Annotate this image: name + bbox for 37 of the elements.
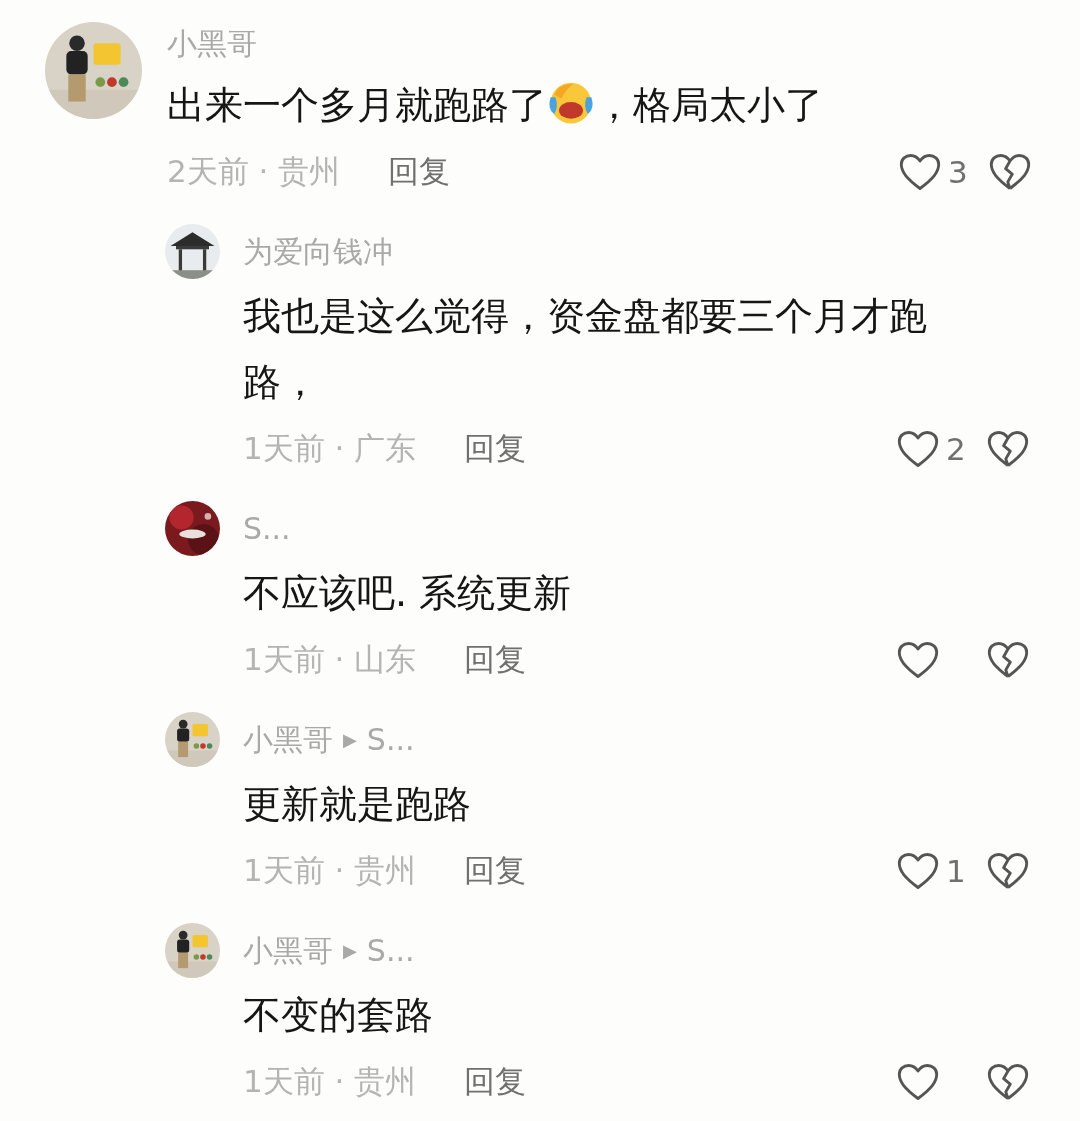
- comment-text: 更新就是跑路: [243, 781, 471, 828]
- like-count: 3: [948, 154, 968, 190]
- time-location: 1天前 · 山东: [243, 640, 417, 679]
- reply-target-username: S...: [366, 720, 415, 759]
- reply-arrow: ▶: [343, 729, 357, 750]
- heart-icon[interactable]: [896, 429, 940, 469]
- like-count: 1: [946, 853, 966, 889]
- reply-button[interactable]: 回复: [464, 850, 527, 892]
- heart-icon[interactable]: [896, 1062, 940, 1102]
- comment-text: 出来一个多月就跑路了 ，格局太小了: [167, 72, 823, 138]
- broken-heart-icon[interactable]: [986, 1062, 1030, 1102]
- username: 小黑哥: [243, 931, 333, 970]
- comment-text: 我也是这么觉得，资金盘都要三个月才跑路，: [243, 293, 928, 406]
- broken-heart-icon[interactable]: [986, 851, 1030, 891]
- broken-heart-icon[interactable]: [986, 429, 1030, 469]
- username: S...: [243, 509, 291, 548]
- comment-text: 不变的套路: [243, 992, 433, 1039]
- reply-button[interactable]: 回复: [464, 428, 527, 470]
- reply-button[interactable]: 回复: [388, 151, 451, 193]
- username: 为爱向钱冲: [243, 232, 393, 271]
- comment-text: 不应该吧. 系统更新: [243, 570, 572, 617]
- reply-arrow: ▶: [343, 940, 357, 961]
- reply-target-username: S...: [366, 931, 415, 970]
- heart-icon[interactable]: [896, 851, 940, 891]
- broken-heart-icon[interactable]: [988, 152, 1032, 192]
- time-location: 1天前 · 贵州: [243, 851, 417, 890]
- username: 小黑哥: [167, 25, 257, 63]
- username: 小黑哥: [243, 720, 333, 759]
- like-count: 2: [946, 431, 966, 467]
- time-location: 1天前 · 广东: [243, 429, 417, 468]
- heart-icon[interactable]: [896, 640, 940, 680]
- broken-heart-icon[interactable]: [986, 640, 1030, 680]
- time-location: 1天前 · 贵州: [243, 1062, 417, 1101]
- time-location: 2天前 · 贵州: [167, 152, 341, 191]
- heart-icon[interactable]: [898, 152, 942, 192]
- reply-button[interactable]: 回复: [464, 1061, 527, 1103]
- reply-button[interactable]: 回复: [464, 639, 527, 681]
